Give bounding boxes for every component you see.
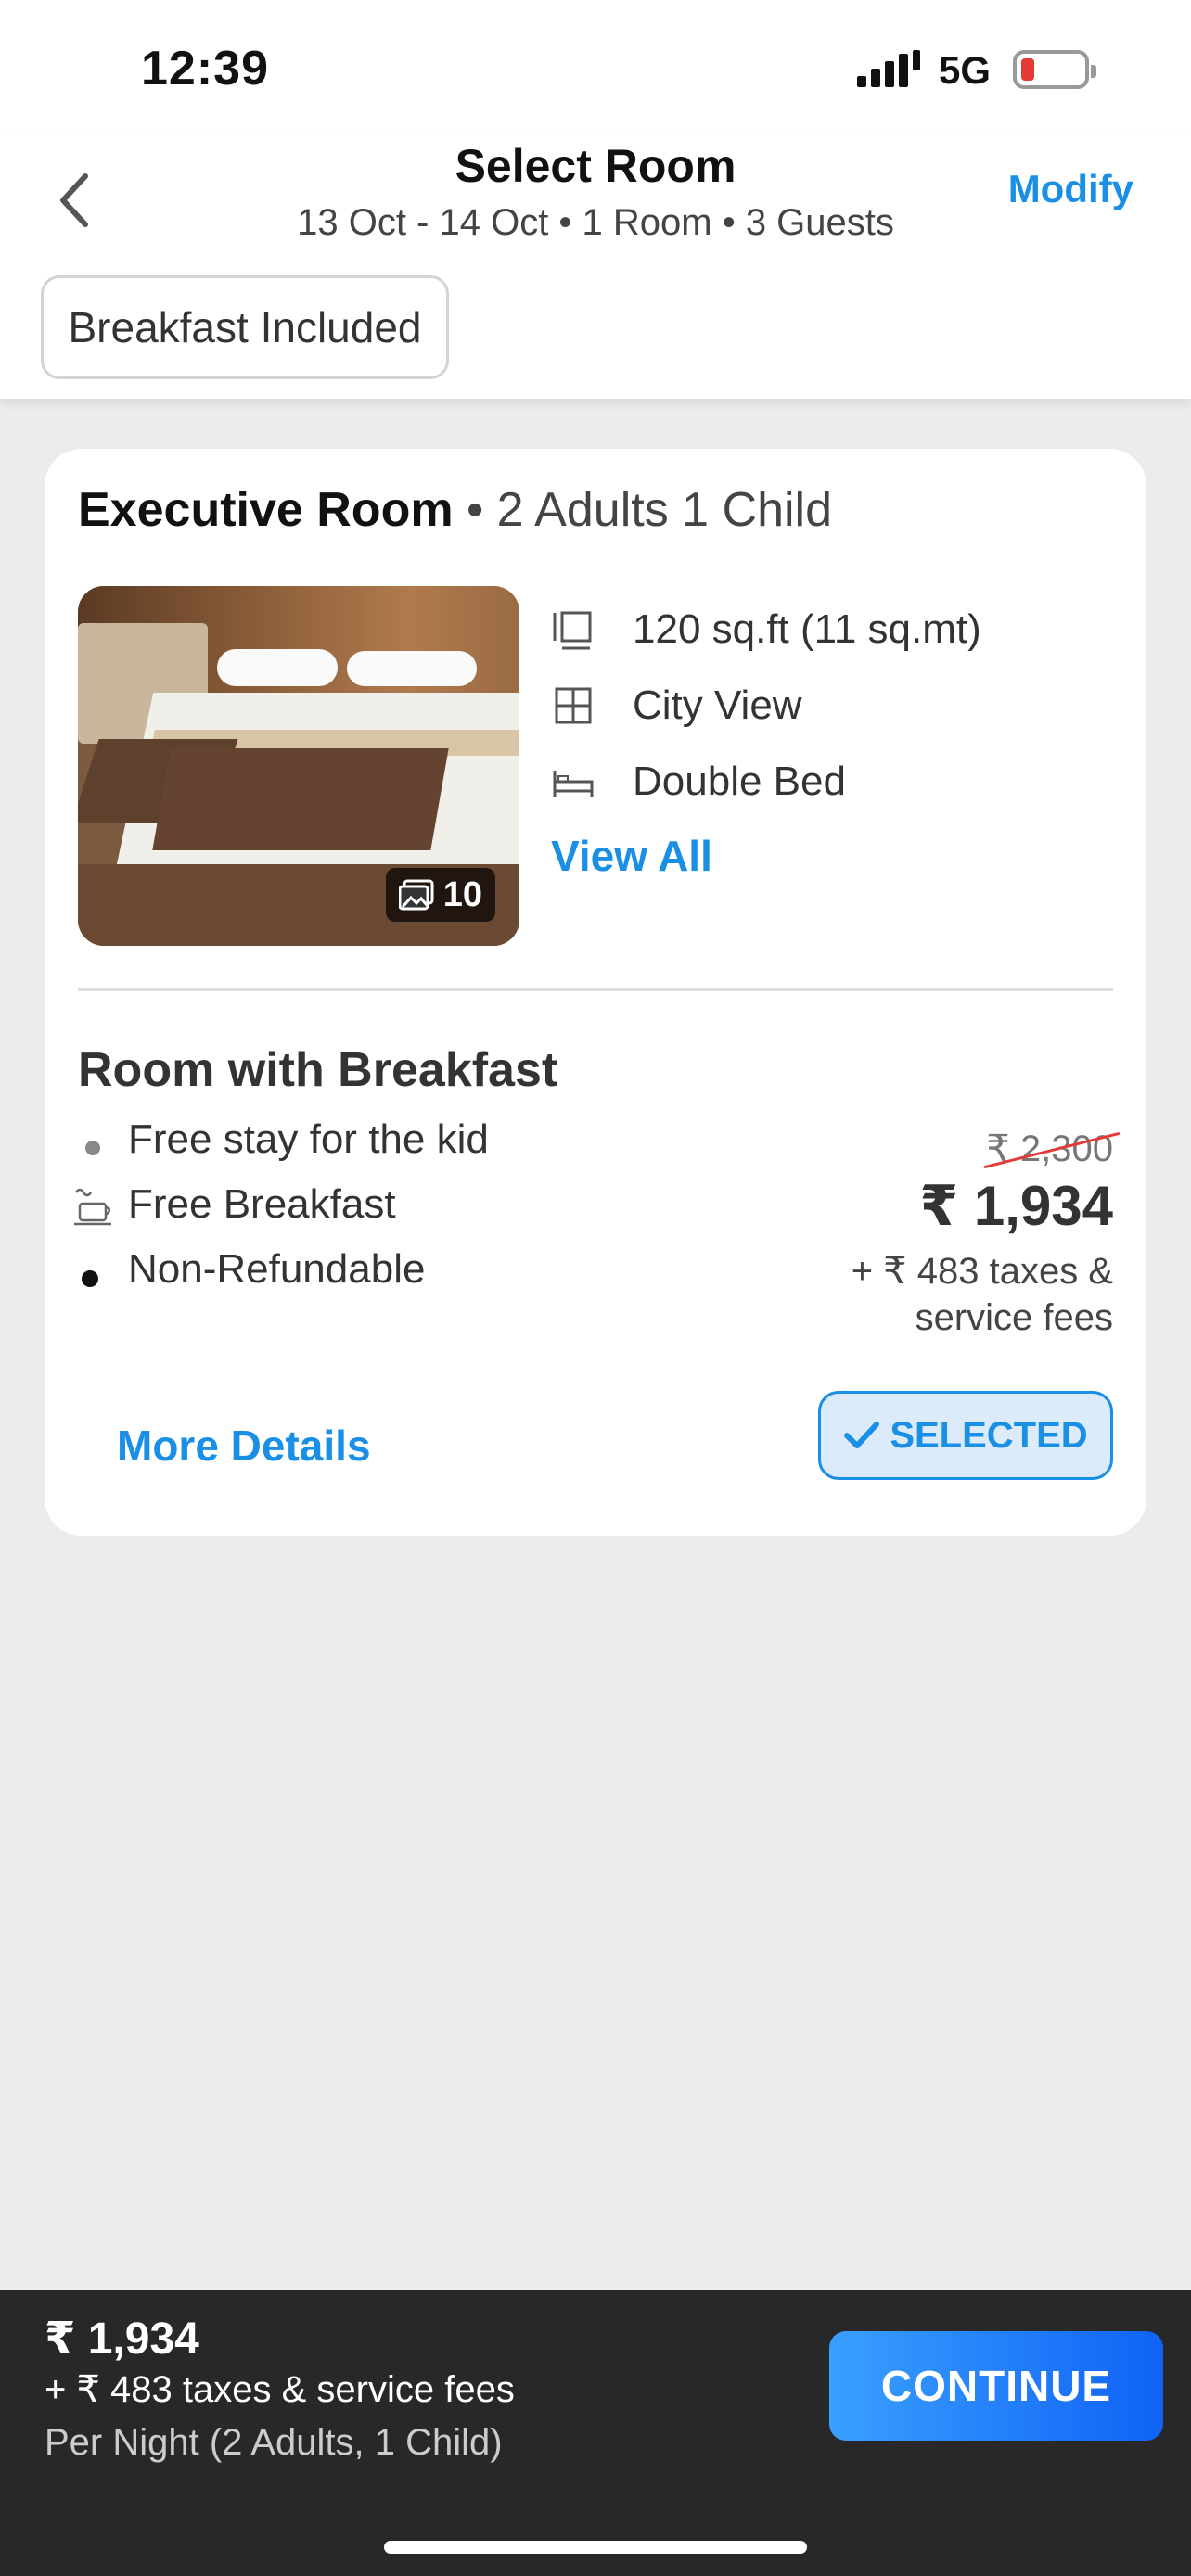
photo-count-badge: 10 [385, 868, 495, 922]
gallery-icon [398, 879, 434, 911]
network-type: 5G [939, 48, 992, 92]
selected-button[interactable]: SELECTED [818, 1391, 1113, 1480]
header: Select Room 13 Oct - 14 Oct • 1 Room • 3… [0, 130, 1191, 399]
view-all-link[interactable]: View All [551, 831, 712, 881]
feature-view: City View [551, 682, 802, 729]
bullet-dot [82, 1270, 98, 1287]
divider [78, 988, 1113, 991]
bullet-dot [85, 1141, 100, 1155]
total-taxes: + ₹ 483 taxes & service fees [45, 2369, 515, 2410]
battery-icon [1013, 50, 1096, 89]
window-icon [551, 683, 596, 728]
photo-count: 10 [442, 874, 482, 914]
room-title: Executive Room • 2 Adults 1 Child [78, 482, 832, 538]
room-occupancy: • 2 Adults 1 Child [467, 483, 833, 537]
status-bar: 12:39 5G [0, 0, 1191, 130]
room-card: Executive Room • 2 Adults 1 Child 10 120… [45, 449, 1146, 1536]
area-icon [551, 607, 596, 652]
inclusion-item: Free Breakfast [128, 1181, 396, 1227]
plan-title: Room with Breakfast [78, 1043, 558, 1097]
checkmark-icon [844, 1422, 880, 1448]
feature-area: 120 sq.ft (11 sq.mt) [551, 606, 981, 653]
inclusion-item: Non-Refundable [128, 1246, 426, 1292]
filter-chip-breakfast[interactable]: Breakfast Included [41, 275, 449, 379]
per-night-note: Per Night (2 Adults, 1 Child) [45, 2422, 503, 2463]
status-time: 12:39 [141, 42, 269, 96]
bed-icon [551, 759, 596, 804]
feature-label: 120 sq.ft (11 sq.mt) [633, 606, 981, 652]
inclusion-item: Free stay for the kid [128, 1116, 489, 1162]
home-indicator[interactable] [384, 2541, 807, 2554]
feature-label: City View [633, 682, 802, 728]
feature-label: Double Bed [633, 759, 846, 804]
breakfast-icon [74, 1188, 111, 1226]
continue-button[interactable]: CONTINUE [829, 2331, 1163, 2441]
original-price: ₹ 2,300 [984, 1128, 1121, 1170]
modify-button[interactable]: Modify [1008, 167, 1133, 211]
taxes-note: + ₹ 483 taxes & service fees [851, 1251, 1113, 1338]
signal-icon [857, 50, 920, 87]
total-price: ₹ 1,934 [45, 2315, 199, 2364]
room-name: Executive Room [78, 483, 454, 537]
room-price: ₹ 1,934 [919, 1175, 1113, 1237]
room-photo[interactable]: 10 [78, 586, 519, 946]
feature-bed: Double Bed [551, 759, 846, 805]
bottom-bar: ₹ 1,934 + ₹ 483 taxes & service fees Per… [0, 2290, 1191, 2576]
selected-label: SELECTED [890, 1414, 1088, 1456]
more-details-link[interactable]: More Details [117, 1421, 371, 1471]
